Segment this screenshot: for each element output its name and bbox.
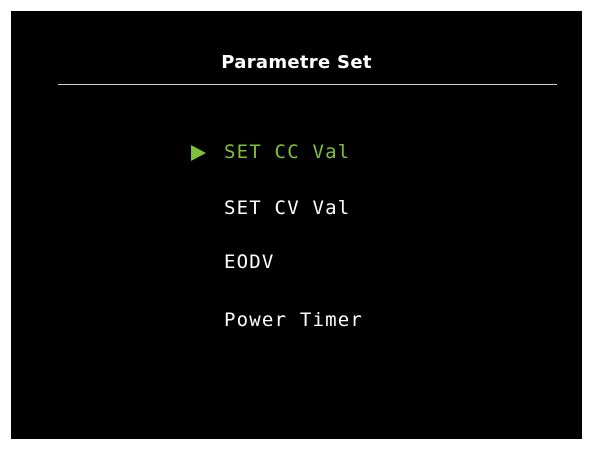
parameter-menu: SET CC Val SET CV Val EODV Power Timer [11,11,582,439]
menu-item-label: EODV [224,251,275,273]
menu-item-label: SET CC Val [224,141,351,163]
menu-item-set-cv-val[interactable]: SET CV Val [224,195,350,221]
device-screen: Parametre Set SET CC Val SET CV Val EODV… [11,11,582,439]
menu-item-set-cc-val[interactable]: SET CC Val [191,139,351,165]
menu-item-label: SET CV Val [224,197,351,219]
menu-item-power-timer[interactable]: Power Timer [224,307,363,333]
triangle-right-icon [191,145,206,161]
menu-item-eodv[interactable]: EODV [224,249,275,275]
menu-item-label: Power Timer [224,309,364,331]
